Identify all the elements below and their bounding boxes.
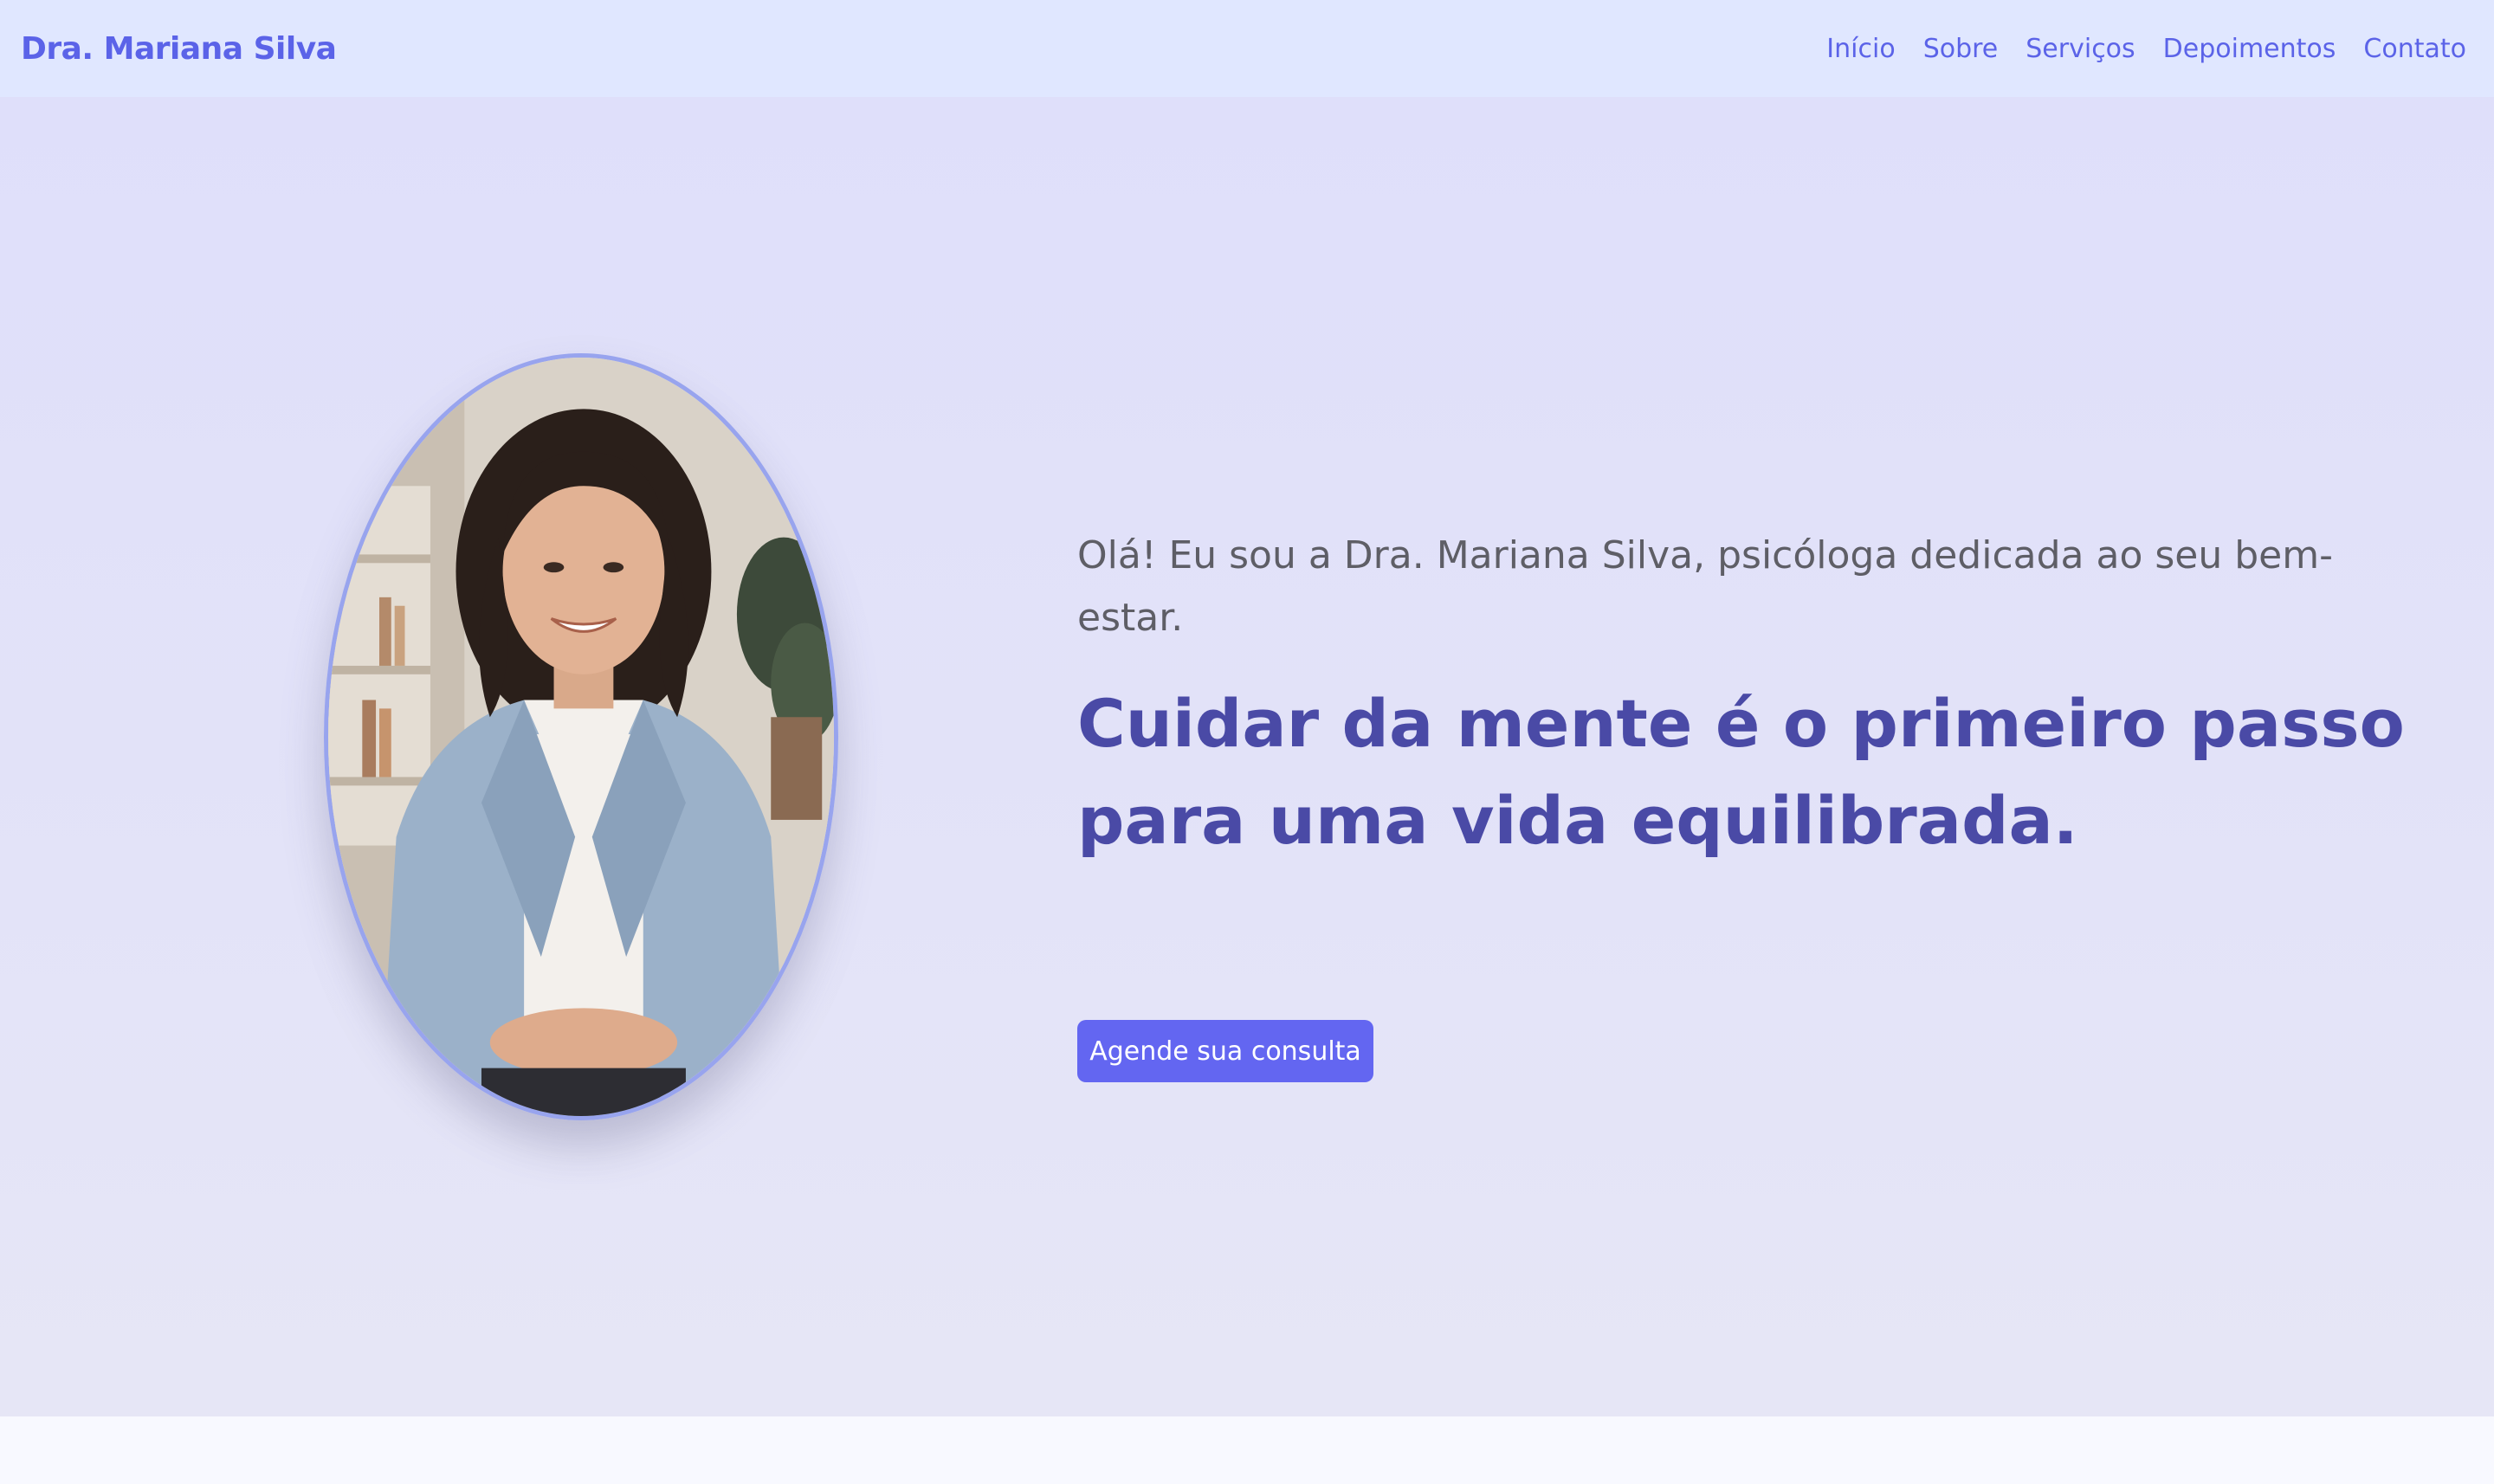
brand-logo-text[interactable]: Dra. Mariana Silva: [21, 31, 337, 67]
hero-headline: Cuidar da mente é o primeiro passo para …: [1077, 685, 2405, 859]
hero-section: Olá! Eu sou a Dra. Mariana Silva, psicól…: [0, 97, 2494, 1416]
schedule-consultation-button[interactable]: Agende sua consulta: [1077, 1020, 1373, 1082]
nav-link-contato[interactable]: Contato: [2363, 34, 2466, 64]
nav-link-inicio[interactable]: Início: [1826, 34, 1895, 64]
next-section-peek: [0, 1416, 2494, 1484]
intro-text: Olá! Eu sou a Dra. Mariana Silva, psicól…: [1077, 533, 2333, 640]
portrait-photo: [324, 353, 838, 1120]
portrait-illustration: [328, 358, 834, 1116]
nav-link-servicos[interactable]: Serviços: [2026, 34, 2135, 64]
nav-link-sobre[interactable]: Sobre: [1923, 34, 1999, 64]
top-navbar: Dra. Mariana Silva Início Sobre Serviços…: [0, 0, 2494, 97]
main-nav: Início Sobre Serviços Depoimentos Contat…: [1826, 34, 2466, 64]
nav-link-depoimentos[interactable]: Depoimentos: [2163, 34, 2336, 64]
